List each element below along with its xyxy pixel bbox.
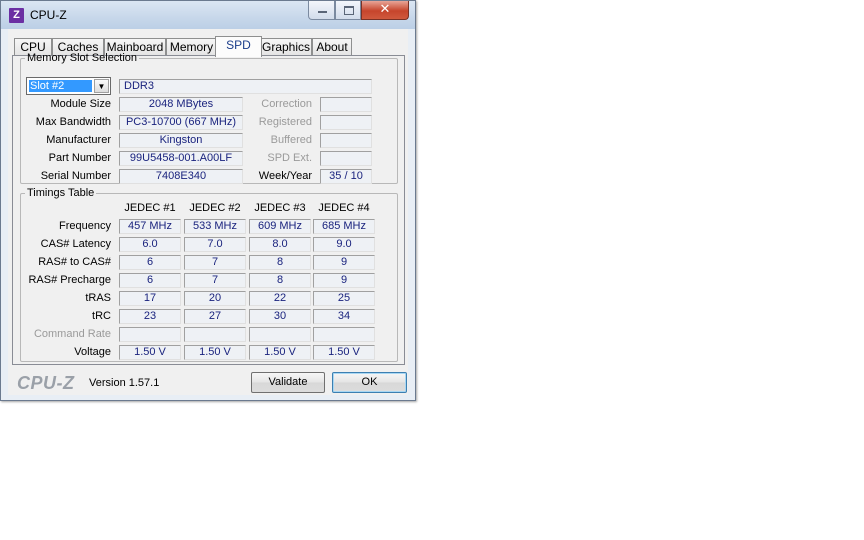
timing-value-cas-latency: 7.0 [184,237,246,252]
validate-button[interactable]: Validate [251,372,325,393]
correction-label: Correction [261,98,312,110]
timing-value-voltage: 1.50 V [249,345,311,360]
timing-value-tras: 25 [313,291,375,306]
timing-value-command-rate [249,327,311,342]
timings-column-header: JEDEC #2 [189,202,241,214]
max-bandwidth-label: Max Bandwidth [35,116,111,128]
timing-value-cas-latency: 6.0 [119,237,181,252]
maximize-button[interactable] [335,1,361,20]
client-area: CPU Caches Mainboard Memory SPD Graphics About… [8,29,408,395]
timing-value-voltage: 1.50 V [313,345,375,360]
timing-value-ras-precharge: 8 [249,273,311,288]
timing-label-tras: tRAS [85,292,111,304]
tab-spd[interactable]: SPD [215,36,262,57]
window-title: CPU-Z [30,8,67,22]
module-size-label: Module Size [50,98,111,110]
week-year-label: Week/Year [258,170,312,182]
slot-select-value: Slot #2 [29,80,92,92]
ok-button[interactable]: OK [332,372,407,393]
timing-label-cas-latency: CAS# Latency [40,238,111,250]
registered-value [320,115,372,130]
timing-value-ras-precharge: 7 [184,273,246,288]
timing-value-frequency: 609 MHz [249,219,311,234]
timing-value-ras-to-cas-: 9 [313,255,375,270]
max-bandwidth-value: PC3-10700 (667 MHz) [119,115,243,130]
cpuz-app-icon: Z [9,8,24,23]
part-number-label: Part Number [48,152,111,164]
timing-value-trc: 23 [119,309,181,324]
timing-label-ras-to-cas-: RAS# to CAS# [38,256,111,268]
buffered-label: Buffered [270,134,312,146]
serial-number-value: 7408E340 [119,169,243,184]
timing-value-tras: 20 [184,291,246,306]
part-number-value: 99U5458-001.A00LF [119,151,243,166]
timing-value-command-rate [184,327,246,342]
timing-value-ras-to-cas-: 6 [119,255,181,270]
timing-label-frequency: Frequency [59,220,111,232]
timing-value-voltage: 1.50 V [119,345,181,360]
serial-number-label: Serial Number [40,170,111,182]
timing-value-cas-latency: 9.0 [313,237,375,252]
timing-value-trc: 30 [249,309,311,324]
timings-column-header: JEDEC #4 [318,202,370,214]
spd-ext--value [320,151,372,166]
timing-label-command-rate: Command Rate [33,328,111,340]
memory-type-field: DDR3 [119,79,372,94]
correction-value [320,97,372,112]
title-bar[interactable]: Z CPU-Z ✕ [1,1,415,29]
cpuz-window: Z CPU-Z ✕ CPU Caches Mainboard Memory SPD Gra… [0,0,416,401]
buffered-value [320,133,372,148]
timing-value-voltage: 1.50 V [184,345,246,360]
chevron-down-icon[interactable]: ▼ [94,79,109,93]
timing-value-frequency: 685 MHz [313,219,375,234]
timing-value-tras: 22 [249,291,311,306]
timing-value-command-rate [313,327,375,342]
spd-tab-page: Memory Slot Selection Slot #2 ▼ DDR3 Mod… [12,52,405,365]
slot-select[interactable]: Slot #2 ▼ [26,77,111,95]
minimize-button[interactable] [308,1,335,20]
timing-value-trc: 34 [313,309,375,324]
timing-value-frequency: 457 MHz [119,219,181,234]
week-year-value: 35 / 10 [320,169,372,184]
timing-value-command-rate [119,327,181,342]
timing-value-cas-latency: 8.0 [249,237,311,252]
maximize-icon [344,6,354,15]
timings-column-header: JEDEC #1 [124,202,176,214]
timing-value-tras: 17 [119,291,181,306]
close-icon: ✕ [379,1,391,16]
timing-value-frequency: 533 MHz [184,219,246,234]
timing-value-trc: 27 [184,309,246,324]
minimize-icon [318,11,327,13]
manufacturer-label: Manufacturer [46,134,111,146]
timing-value-ras-precharge: 9 [313,273,375,288]
version-label: Version 1.57.1 [89,377,160,389]
close-button[interactable]: ✕ [361,1,409,20]
timing-label-ras-precharge: RAS# Precharge [28,274,111,286]
timings-table-legend: Timings Table [27,187,95,199]
memory-slot-selection-legend: Memory Slot Selection [27,52,138,64]
module-size-value: 2048 MBytes [119,97,243,112]
manufacturer-value: Kingston [119,133,243,148]
timing-value-ras-precharge: 6 [119,273,181,288]
cpuz-brand-logo: CPU-Z [17,373,75,393]
spd-ext--label: SPD Ext. [267,152,312,164]
timing-value-ras-to-cas-: 7 [184,255,246,270]
registered-label: Registered [258,116,312,128]
timing-value-ras-to-cas-: 8 [249,255,311,270]
timings-column-header: JEDEC #3 [254,202,306,214]
timing-label-trc: tRC [92,310,111,322]
timing-label-voltage: Voltage [74,346,111,358]
